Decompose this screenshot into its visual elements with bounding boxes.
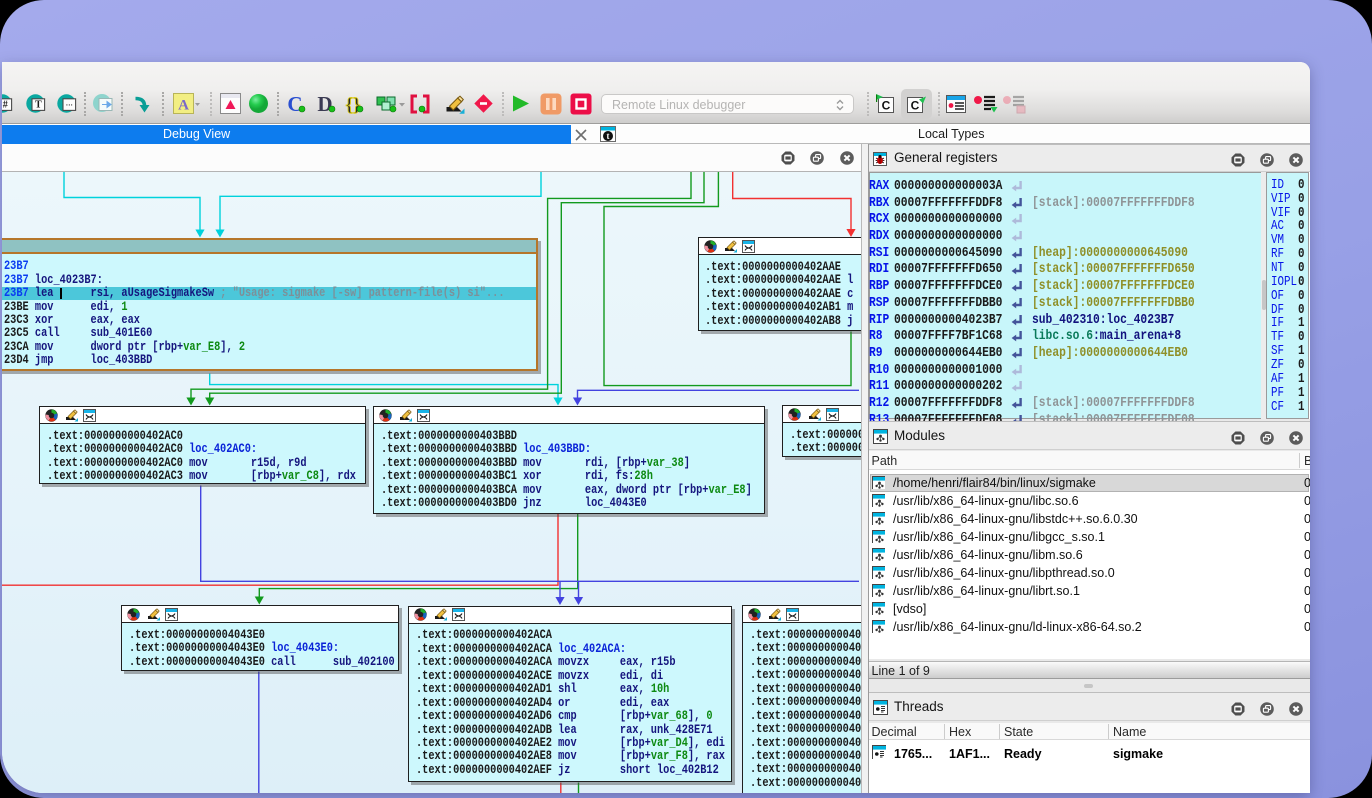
svg-text:C: C [911,99,920,113]
svg-text:C: C [882,99,891,113]
svg-text:T: T [35,100,42,111]
svg-text:···: ··· [66,102,73,110]
svg-text:{}: {} [346,95,361,115]
svg-text:#: # [3,100,8,111]
svg-text:A: A [178,98,189,114]
